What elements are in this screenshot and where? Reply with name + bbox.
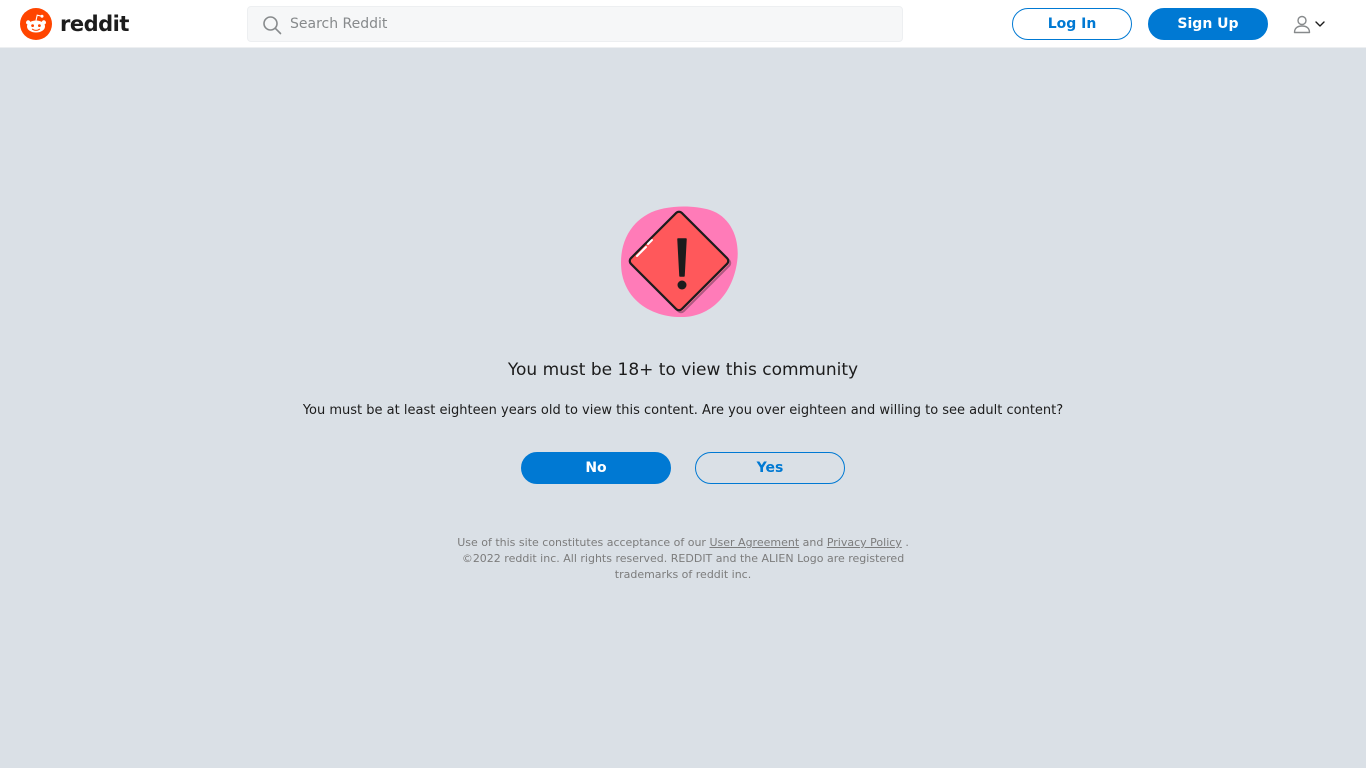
user-dropdown-button[interactable] (1284, 8, 1334, 40)
yes-button[interactable]: Yes (695, 452, 845, 484)
signup-button[interactable]: Sign Up (1148, 8, 1268, 40)
top-header: reddit Log In Sign Up (0, 0, 1366, 48)
gate-description: You must be at least eighteen years old … (302, 403, 1064, 418)
warning-icon (621, 206, 738, 318)
reddit-home-link[interactable]: reddit (20, 8, 129, 40)
login-button[interactable]: Log In (1012, 8, 1132, 40)
legal-and: and (802, 536, 824, 549)
legal-prefix: Use of this site constitutes acceptance … (457, 536, 706, 549)
user-icon (1293, 15, 1311, 34)
no-button[interactable]: No (521, 452, 671, 484)
chevron-down-icon (1315, 21, 1325, 27)
search-bar (247, 6, 903, 42)
reddit-wordmark: reddit (60, 12, 129, 36)
gate-title: You must be 18+ to view this community (507, 360, 859, 380)
reddit-alien-icon (20, 8, 52, 40)
search-icon (263, 16, 282, 35)
legal-footer: Use of this site constitutes acceptance … (453, 535, 913, 583)
user-agreement-link[interactable]: User Agreement (709, 536, 799, 549)
search-input[interactable] (290, 7, 890, 41)
privacy-policy-link[interactable]: Privacy Policy (827, 536, 902, 549)
copyright-text: ©2022 reddit inc. All rights reserved. R… (461, 552, 905, 581)
legal-period: . (905, 536, 909, 549)
